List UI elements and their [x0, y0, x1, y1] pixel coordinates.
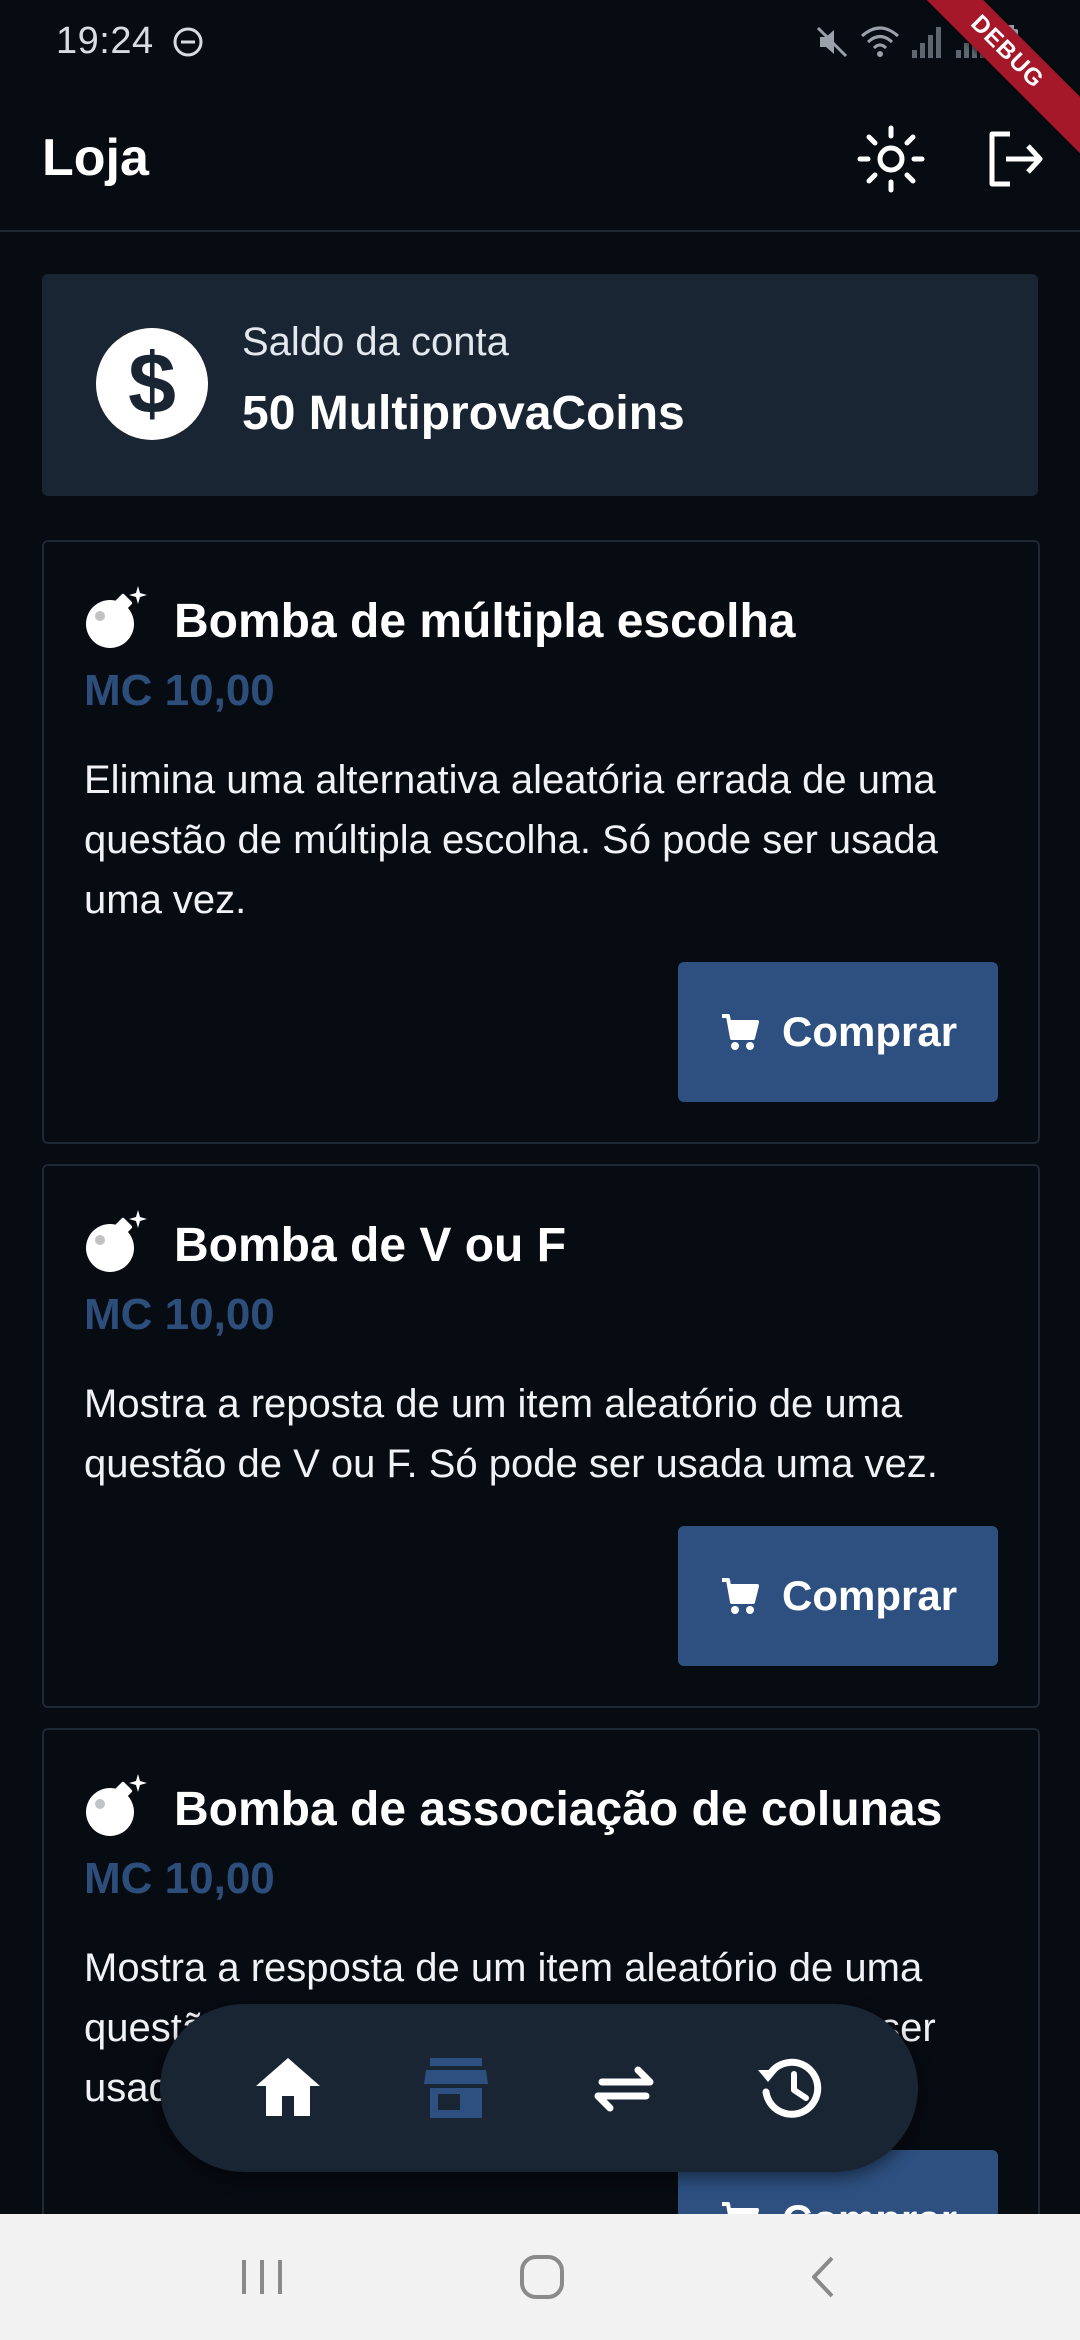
product-description: Mostra a reposta de um item aleatório de…: [84, 1382, 938, 1486]
nav-home[interactable]: [244, 2044, 332, 2132]
app-bar: Loja: [0, 84, 1080, 232]
bomb-icon: [86, 1774, 147, 1836]
buy-button[interactable]: Comprar: [678, 962, 998, 1102]
back-icon[interactable]: [794, 2252, 854, 2302]
home-icon: [256, 2058, 320, 2116]
wifi-icon: [861, 26, 899, 57]
buy-button-label: Comprar: [782, 1572, 958, 1619]
nav-history[interactable]: [748, 2044, 836, 2132]
balance-label: Saldo da conta: [242, 320, 509, 364]
theme-toggle-icon[interactable]: [856, 124, 926, 194]
bomb-icon: [86, 586, 147, 648]
page-title: Loja: [42, 129, 149, 187]
signal-icon: [912, 27, 941, 58]
cart-icon: [722, 1578, 759, 1614]
cart-icon: [722, 1014, 759, 1050]
product-price: MC 10,00: [84, 1290, 275, 1339]
do-not-disturb-icon: [173, 27, 203, 57]
product-card: Bomba de V ou F MC 10,00 Mostra a repost…: [42, 1164, 1040, 1708]
home-button-icon[interactable]: [512, 2252, 572, 2302]
recent-apps-icon[interactable]: [232, 2252, 292, 2302]
store-icon: [424, 2058, 488, 2118]
product-title: Bomba de associação de colunas: [174, 1783, 943, 1836]
status-bar: 19:24 DEBUG: [0, 0, 1080, 155]
status-time: 19:24: [56, 20, 154, 62]
product-card: Bomba de múltipla escolha MC 10,00 Elimi…: [42, 540, 1040, 1144]
bomb-icon: [86, 1210, 147, 1272]
product-description: Elimina uma alternativa aleatória errada…: [84, 758, 938, 922]
system-navigation-bar: [0, 2214, 1080, 2340]
product-title: Bomba de V ou F: [174, 1219, 567, 1272]
buy-button[interactable]: Comprar: [678, 1526, 998, 1666]
swap-icon: [594, 2066, 654, 2112]
buy-button-label: Comprar: [782, 1008, 958, 1055]
history-icon: [758, 2058, 822, 2118]
balance-value: 50 MultiprovaCoins: [242, 387, 685, 440]
product-price: MC 10,00: [84, 666, 275, 715]
bottom-navigation: [160, 2004, 918, 2172]
dollar-icon: $: [96, 328, 208, 440]
balance-card: $ Saldo da conta 50 MultiprovaCoins: [42, 274, 1038, 496]
nav-store[interactable]: [412, 2044, 500, 2132]
product-price: MC 10,00: [84, 1854, 275, 1903]
nav-transfer[interactable]: [580, 2044, 668, 2132]
product-title: Bomba de múltipla escolha: [174, 595, 796, 648]
logout-icon[interactable]: [982, 126, 1048, 192]
mute-icon: [816, 26, 848, 58]
